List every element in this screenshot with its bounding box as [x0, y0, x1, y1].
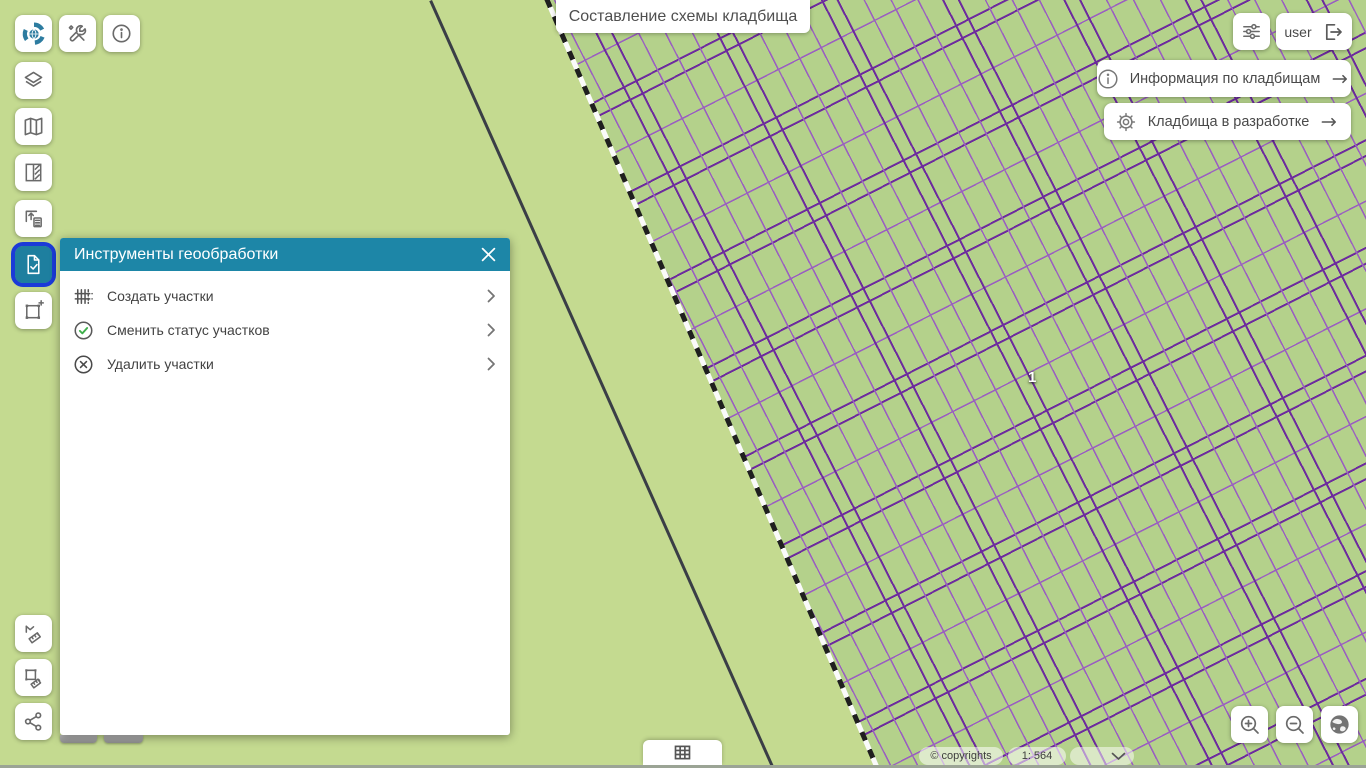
tools-icon — [66, 22, 89, 45]
user-menu-button[interactable]: user — [1276, 13, 1352, 50]
menu-item-label: Сменить статус участков — [107, 322, 270, 338]
geoprocessing-panel-header: Инструменты геообработки — [60, 238, 510, 271]
cemeteries-in-development-button[interactable]: Кладбища в разработке — [1104, 103, 1351, 140]
globe-icon — [1327, 712, 1352, 737]
plots-grid-icon — [72, 285, 95, 308]
geoprocessing-panel: Инструменты геообработки Создать участки — [60, 238, 510, 735]
about-button[interactable] — [103, 15, 140, 52]
attribute-table-button[interactable] — [643, 740, 722, 765]
layers-icon — [22, 69, 45, 92]
map-icon — [22, 115, 45, 138]
hidden-tab[interactable] — [60, 735, 97, 743]
swipe-compare-icon — [22, 161, 45, 184]
info-circle-icon — [1096, 67, 1120, 91]
map-zoom-controls — [1231, 706, 1358, 743]
doc-check-icon — [22, 253, 45, 276]
close-icon[interactable] — [479, 245, 498, 264]
menu-item-label: Удалить участки — [107, 356, 214, 372]
toolbar-left — [11, 62, 56, 329]
measure-distance-icon — [22, 622, 45, 645]
measure-area-button[interactable] — [15, 659, 52, 696]
toolbar-left-bottom — [15, 615, 52, 740]
chevron-right-icon — [487, 289, 496, 303]
tools-button[interactable] — [59, 15, 96, 52]
zoom-in-button[interactable] — [1231, 706, 1268, 743]
page-title: Составление схемы кладбища — [556, 0, 810, 33]
map-scale-label: 1: 564 — [1008, 747, 1066, 765]
menu-item-delete-plots[interactable]: Удалить участки — [60, 347, 510, 381]
x-circle-icon — [72, 353, 95, 376]
full-extent-button[interactable] — [1321, 706, 1358, 743]
table-icon — [672, 742, 693, 763]
export-scheme-button[interactable] — [15, 200, 52, 237]
app-logo-button[interactable] — [15, 15, 52, 52]
menu-item-create-plots[interactable]: Создать участки — [60, 279, 510, 313]
sliders-icon — [1240, 20, 1263, 43]
cemeteries-info-label: Информация по кладбищам — [1129, 70, 1321, 87]
chevron-right-icon — [487, 357, 496, 371]
geoprocessing-panel-title: Инструменты геообработки — [74, 245, 279, 263]
app-root: 1 Составление схемы кладбища user Информ… — [0, 0, 1366, 768]
chevron-right-icon — [487, 323, 496, 337]
zoom-in-icon — [1238, 713, 1262, 737]
swipe-compare-button[interactable] — [15, 154, 52, 191]
measure-area-icon — [22, 666, 45, 689]
hidden-tab[interactable] — [104, 735, 143, 743]
export-scheme-icon — [22, 207, 45, 230]
arrow-right-icon — [1330, 69, 1350, 89]
arrow-right-icon — [1319, 112, 1339, 132]
scale-dropdown[interactable] — [1070, 747, 1134, 765]
zoom-out-button[interactable] — [1276, 706, 1313, 743]
copyright-label: © copyrights — [919, 747, 1003, 765]
geoprocessing-button[interactable] — [11, 242, 56, 287]
gear-icon — [1114, 110, 1138, 134]
map-settings-button[interactable] — [1233, 13, 1270, 50]
menu-item-change-plot-status[interactable]: Сменить статус участков — [60, 313, 510, 347]
zoom-out-icon — [1283, 713, 1307, 737]
toolbar-top-row — [15, 15, 140, 52]
user-name-label: user — [1284, 23, 1312, 40]
cemeteries-info-button[interactable]: Информация по кладбищам — [1097, 60, 1351, 97]
menu-item-label: Создать участки — [107, 288, 214, 304]
share-icon — [22, 710, 45, 733]
add-frame-icon — [22, 299, 45, 322]
plot-number-label: 1 — [1028, 369, 1037, 386]
basemap-button[interactable] — [15, 108, 52, 145]
geoprocessing-panel-items: Создать участки Сменить статус участков — [60, 271, 510, 381]
check-circle-icon — [72, 319, 95, 342]
add-frame-button[interactable] — [15, 292, 52, 329]
measure-distance-button[interactable] — [15, 615, 52, 652]
share-button[interactable] — [15, 703, 52, 740]
cemeteries-in-development-label: Кладбища в разработке — [1147, 113, 1310, 130]
layers-button[interactable] — [15, 62, 52, 99]
chevron-down-icon — [1111, 752, 1126, 761]
info-icon — [110, 22, 133, 45]
logout-icon — [1320, 20, 1344, 44]
app-logo-icon — [21, 21, 47, 47]
